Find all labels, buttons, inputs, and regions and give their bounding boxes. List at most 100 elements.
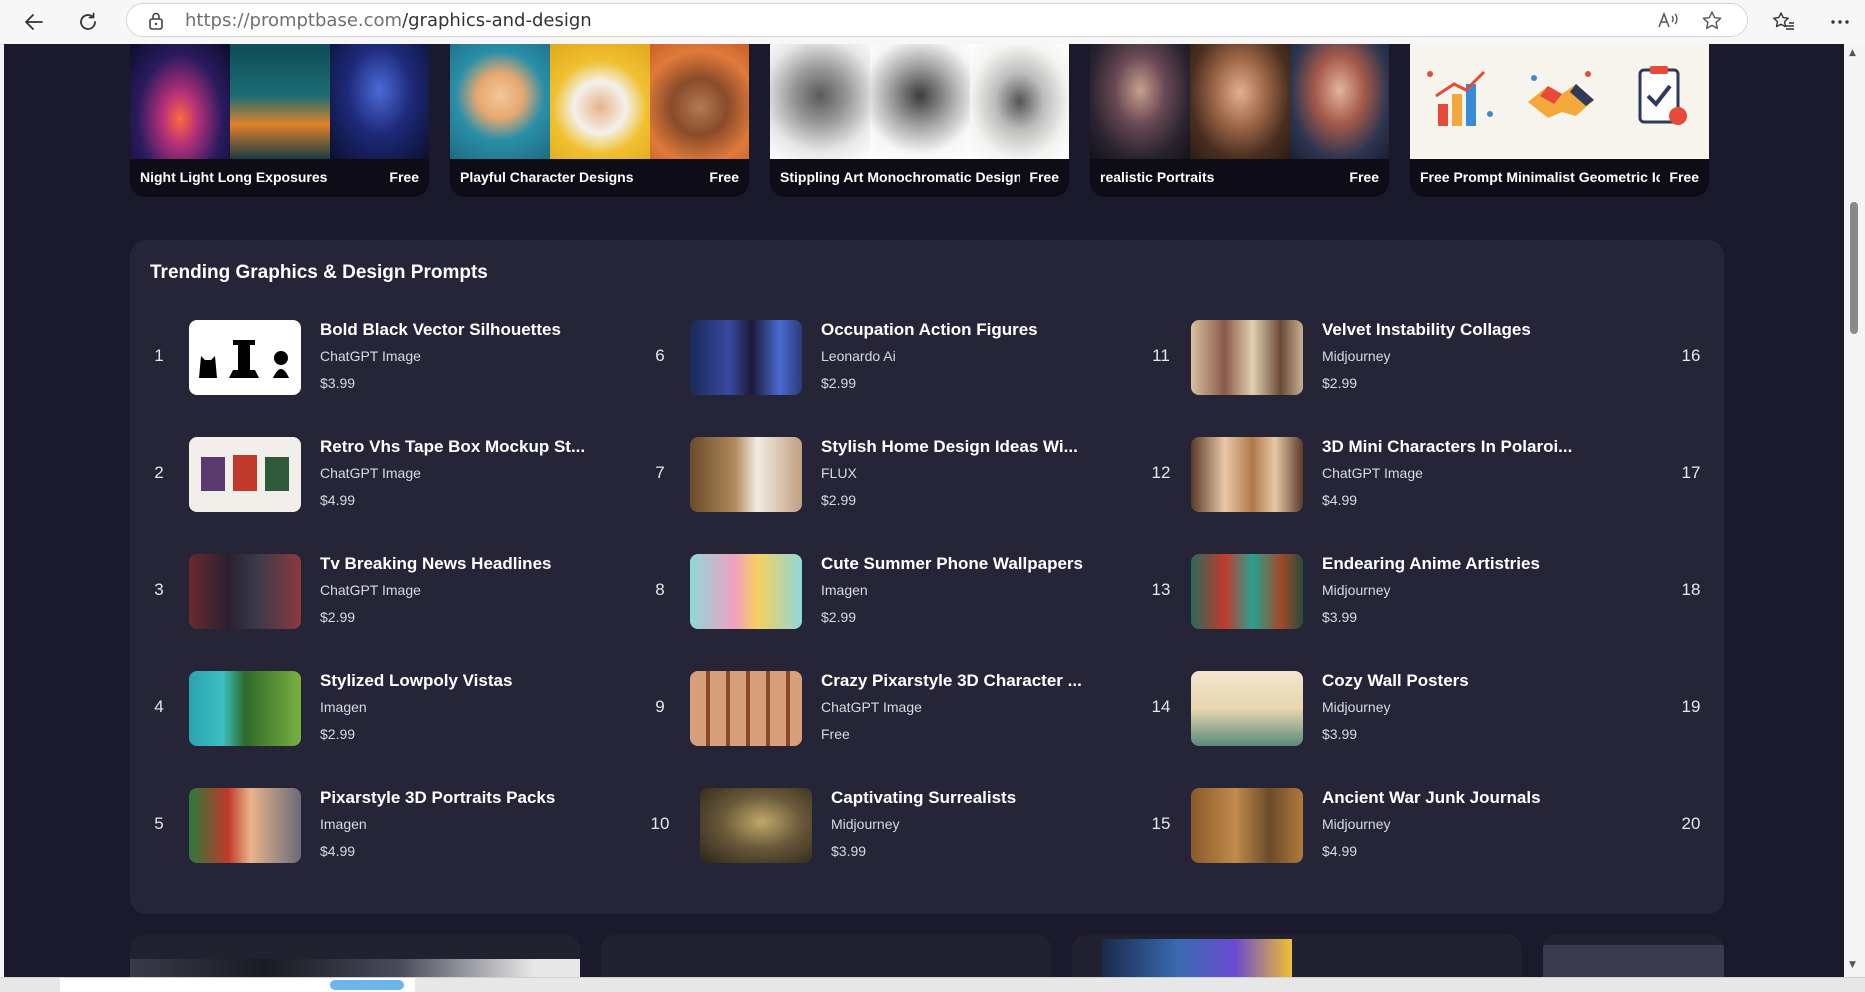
prompt-model: Midjourney <box>1322 348 1391 364</box>
rank-number: 20 <box>1681 814 1701 833</box>
rank-number: 10 <box>650 814 670 833</box>
star-icon[interactable] <box>1701 10 1723 30</box>
trending-item-12[interactable]: 12 3D Mini Characters In Polaroi... Chat… <box>1146 437 1626 513</box>
category-label-bar: Stippling Art Monochromatic Designs Free <box>770 159 1069 197</box>
prompt-model: ChatGPT Image <box>821 699 922 715</box>
prompt-title: Crazy Pixarstyle 3D Character ... <box>821 671 1082 690</box>
category-title: realistic Portraits <box>1100 169 1215 185</box>
prompt-thumbnail <box>1191 320 1303 395</box>
prompt-model: ChatGPT Image <box>320 348 421 364</box>
teaser-card[interactable] <box>1072 935 1522 977</box>
rank-number: 7 <box>655 463 665 482</box>
favorites-button[interactable] <box>1768 6 1800 38</box>
prompt-price: $4.99 <box>320 843 356 859</box>
category-title: Playful Character Designs <box>460 169 634 185</box>
prompt-thumbnail <box>690 554 802 629</box>
category-label-bar: Night Light Long Exposures Free <box>130 159 429 197</box>
prompt-price: $3.99 <box>1322 726 1358 742</box>
prompt-price: $4.99 <box>320 492 356 508</box>
rank-number: 2 <box>154 463 164 482</box>
arrow-left-icon <box>25 14 43 30</box>
trending-item-9[interactable]: 9 Crazy Pixarstyle 3D Character ... Chat… <box>645 671 1125 747</box>
scroll-up-arrow-icon[interactable]: ▲ <box>1849 48 1856 58</box>
prompt-thumbnail <box>189 554 301 629</box>
category-price: Free <box>1349 169 1379 185</box>
category-title: Night Light Long Exposures <box>140 169 328 185</box>
teaser-card[interactable] <box>130 935 580 977</box>
rank-number: 14 <box>1151 697 1171 716</box>
trending-item-7[interactable]: 7 Stylish Home Design Ideas Wi... FLUX $… <box>645 437 1125 513</box>
category-card-playful-characters[interactable]: Playful Character Designs Free <box>450 44 749 197</box>
clipboard-illustration <box>1638 66 1687 125</box>
reload-button[interactable] <box>72 6 104 38</box>
category-image <box>330 44 429 159</box>
category-card-minimalist-geometric[interactable]: Free Prompt Minimalist Geometric Ic... F… <box>1410 44 1709 197</box>
rank-number: 12 <box>1151 463 1171 482</box>
trending-item-6[interactable]: 6 Occupation Action Figures Leonardo Ai … <box>645 320 1125 396</box>
prompt-thumbnail <box>1191 788 1303 863</box>
trending-item-10[interactable]: 10 Captivating Surrealists Midjourney $3… <box>645 788 1125 864</box>
trending-item-1[interactable]: 1 Bold Black Vector Silhouettes ChatGPT … <box>144 320 624 396</box>
teaser-card[interactable] <box>601 935 1051 977</box>
scroll-down-arrow-icon[interactable]: ▼ <box>1849 960 1856 970</box>
trending-item-11[interactable]: 11 Velvet Instability Collages Midjourne… <box>1146 320 1626 396</box>
prompt-title: Cute Summer Phone Wallpapers <box>821 554 1083 573</box>
prompt-thumbnail <box>690 437 802 512</box>
category-image <box>770 44 870 159</box>
category-image <box>1410 44 1510 159</box>
lock-icon[interactable] <box>147 11 165 31</box>
category-image <box>1510 44 1610 159</box>
prompt-price: $2.99 <box>320 609 356 625</box>
category-price: Free <box>1669 169 1699 185</box>
prompt-title: Occupation Action Figures <box>821 320 1038 339</box>
vertical-scrollbar[interactable]: ▲ ▼ <box>1844 44 1865 977</box>
prompt-thumbnail <box>690 320 802 395</box>
prompt-title: Retro Vhs Tape Box Mockup St... <box>320 437 586 456</box>
prompt-title: Bold Black Vector Silhouettes <box>320 320 561 339</box>
url-text[interactable]: https://promptbase.com/graphics-and-desi… <box>185 10 592 31</box>
category-image <box>1090 44 1190 159</box>
trending-item-4[interactable]: 4 Stylized Lowpoly Vistas Imagen $2.99 <box>144 671 624 747</box>
trending-item-5[interactable]: 5 Pixarstyle 3D Portraits Packs Imagen $… <box>144 788 624 864</box>
prompt-thumbnail <box>1191 554 1303 629</box>
prompt-title: Stylish Home Design Ideas Wi... <box>821 437 1078 456</box>
reload-icon <box>80 12 96 30</box>
more-menu-button[interactable] <box>1824 6 1856 38</box>
prompt-thumbnail <box>189 788 301 863</box>
prompt-price: $4.99 <box>1322 843 1358 859</box>
prompt-model: ChatGPT Image <box>320 465 421 481</box>
address-bar[interactable]: https://promptbase.com/graphics-and-desi… <box>126 3 1748 37</box>
rank-number: 4 <box>154 697 164 716</box>
category-card-stippling-art[interactable]: Stippling Art Monochromatic Designs Free <box>770 44 1069 197</box>
trending-item-13[interactable]: 13 Endearing Anime Artistries Midjourney… <box>1146 554 1626 630</box>
prompt-thumbnail <box>690 671 802 746</box>
scroll-thumb[interactable] <box>1850 202 1858 334</box>
category-label-bar: Playful Character Designs Free <box>450 159 749 197</box>
rank-number: 11 <box>1152 346 1170 365</box>
prompt-price: $2.99 <box>821 492 857 508</box>
category-card-realistic-portraits[interactable]: realistic Portraits Free <box>1090 44 1389 197</box>
prompt-model: Imagen <box>320 816 367 832</box>
category-price: Free <box>709 169 739 185</box>
prompt-model: Midjourney <box>1322 582 1391 598</box>
taskbar-app-icon[interactable] <box>330 980 404 990</box>
trending-item-2[interactable]: 2 Retro Vhs Tape Box Mockup St... ChatGP… <box>144 437 624 513</box>
rank-number: 9 <box>655 697 665 716</box>
prompt-model: Midjourney <box>1322 816 1391 832</box>
taskbar-strip <box>0 977 1865 992</box>
teaser-card[interactable] <box>1543 935 1724 977</box>
prompt-price: $2.99 <box>821 609 857 625</box>
handshake-illustration <box>1528 71 1594 118</box>
trending-item-3[interactable]: 3 Tv Breaking News Headlines ChatGPT Ima… <box>144 554 624 630</box>
category-card-night-light[interactable]: Night Light Long Exposures Free <box>130 44 429 197</box>
prompt-thumbnail <box>1191 671 1303 746</box>
trending-item-14[interactable]: 14 Cozy Wall Posters Midjourney $3.99 <box>1146 671 1626 747</box>
rank-number: 8 <box>655 580 665 599</box>
back-button[interactable] <box>18 6 50 38</box>
trending-item-15[interactable]: 15 Ancient War Junk Journals Midjourney … <box>1146 788 1626 864</box>
trending-item-8[interactable]: 8 Cute Summer Phone Wallpapers Imagen $2… <box>645 554 1125 630</box>
trending-panel: Trending Graphics & Design Prompts 1 Bol… <box>130 240 1724 914</box>
rank-number: 17 <box>1681 463 1701 482</box>
prompt-model: Imagen <box>821 582 868 598</box>
read-aloud-icon[interactable] <box>1657 10 1679 30</box>
